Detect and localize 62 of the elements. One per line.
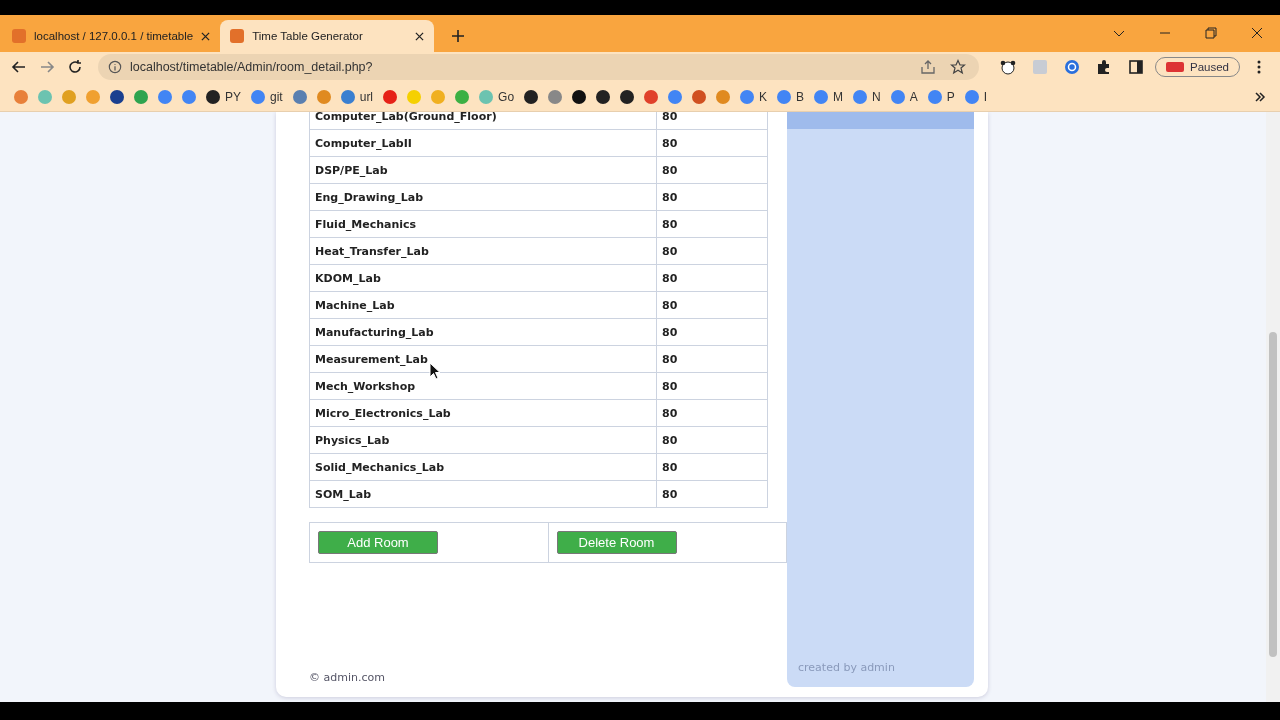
table-cell: 80 bbox=[656, 183, 768, 211]
footer-text: created by admin bbox=[797, 661, 896, 676]
close-icon[interactable] bbox=[1251, 27, 1263, 39]
bookmark-icon[interactable] bbox=[596, 89, 611, 104]
extension-icon[interactable] bbox=[1064, 59, 1080, 75]
footer-text: © admin.com bbox=[309, 671, 386, 684]
table-cell: Computer_Lab(Ground_Floor) bbox=[309, 112, 657, 130]
table-cell: KDOM_Lab bbox=[309, 264, 657, 292]
table-cell: 80 bbox=[656, 318, 768, 346]
table-cell: SOM_Lab bbox=[309, 480, 657, 508]
close-icon[interactable] bbox=[201, 31, 211, 41]
close-icon[interactable] bbox=[415, 31, 425, 41]
table-cell: 80 bbox=[656, 291, 768, 319]
back-icon[interactable] bbox=[11, 59, 27, 75]
bookmark-icon[interactable] bbox=[110, 89, 124, 104]
table-cell: Solid_Mechanics_Lab bbox=[309, 453, 657, 481]
share-icon[interactable] bbox=[920, 59, 936, 75]
table-cell: 80 bbox=[656, 156, 768, 184]
panda-icon[interactable] bbox=[1000, 59, 1016, 75]
puzzle-icon[interactable] bbox=[1096, 59, 1112, 75]
bookmark-icon[interactable] bbox=[620, 89, 635, 104]
browser-tab[interactable]: localhost / 127.0.0.1 / timetable bbox=[2, 20, 221, 52]
table-cell: Computer_LabII bbox=[309, 129, 657, 157]
table-cell: 80 bbox=[656, 372, 768, 400]
table-cell: Heat_Transfer_Lab bbox=[309, 237, 657, 265]
bookmark[interactable]: Go bbox=[479, 89, 515, 104]
table-cell: Manufacturing_Lab bbox=[309, 318, 657, 346]
star-icon[interactable] bbox=[950, 59, 966, 75]
favicon-icon bbox=[230, 29, 245, 43]
scrollbar[interactable] bbox=[1266, 112, 1280, 702]
restore-icon[interactable] bbox=[1205, 27, 1217, 39]
table-cell: 80 bbox=[656, 453, 768, 481]
address-bar[interactable]: localhost/timetable/Admin/room_detail.php? bbox=[98, 54, 979, 80]
bookmark[interactable]: git bbox=[251, 89, 283, 104]
info-icon[interactable] bbox=[108, 60, 122, 74]
bookmark[interactable]: url bbox=[340, 89, 374, 104]
browser-tab[interactable]: Time Table Generator bbox=[220, 20, 435, 52]
favicon-icon bbox=[12, 29, 26, 43]
table-cell: 80 bbox=[656, 426, 768, 454]
bookmark[interactable]: PY bbox=[206, 89, 241, 104]
table-cell: 80 bbox=[656, 480, 768, 508]
table-cell: Fluid_Mechanics bbox=[309, 210, 657, 238]
table-cell: 80 bbox=[656, 399, 768, 427]
table-cell: 80 bbox=[656, 112, 768, 130]
bookmark-icon[interactable] bbox=[572, 89, 587, 104]
table-cell: 80 bbox=[656, 210, 768, 238]
table-cell: Physics_Lab bbox=[309, 426, 657, 454]
table-cell: 80 bbox=[656, 345, 768, 373]
cursor-icon bbox=[429, 362, 441, 380]
reload-icon[interactable] bbox=[67, 59, 83, 75]
chevrons-icon[interactable] bbox=[1254, 90, 1266, 103]
table-cell: Machine_Lab bbox=[309, 291, 657, 319]
forward-icon[interactable] bbox=[39, 59, 55, 75]
new-tab-icon[interactable] bbox=[452, 30, 465, 42]
table-cell: 80 bbox=[656, 237, 768, 265]
table-cell: Eng_Drawing_Lab bbox=[309, 183, 657, 211]
table-cell: 80 bbox=[656, 129, 768, 157]
table-cell: DSP/PE_Lab bbox=[309, 156, 657, 184]
table-cell: 80 bbox=[656, 264, 768, 292]
bookmark-icon[interactable] bbox=[524, 89, 539, 104]
side-panel-icon[interactable] bbox=[1128, 59, 1144, 75]
table-cell: Micro_Electronics_Lab bbox=[309, 399, 657, 427]
